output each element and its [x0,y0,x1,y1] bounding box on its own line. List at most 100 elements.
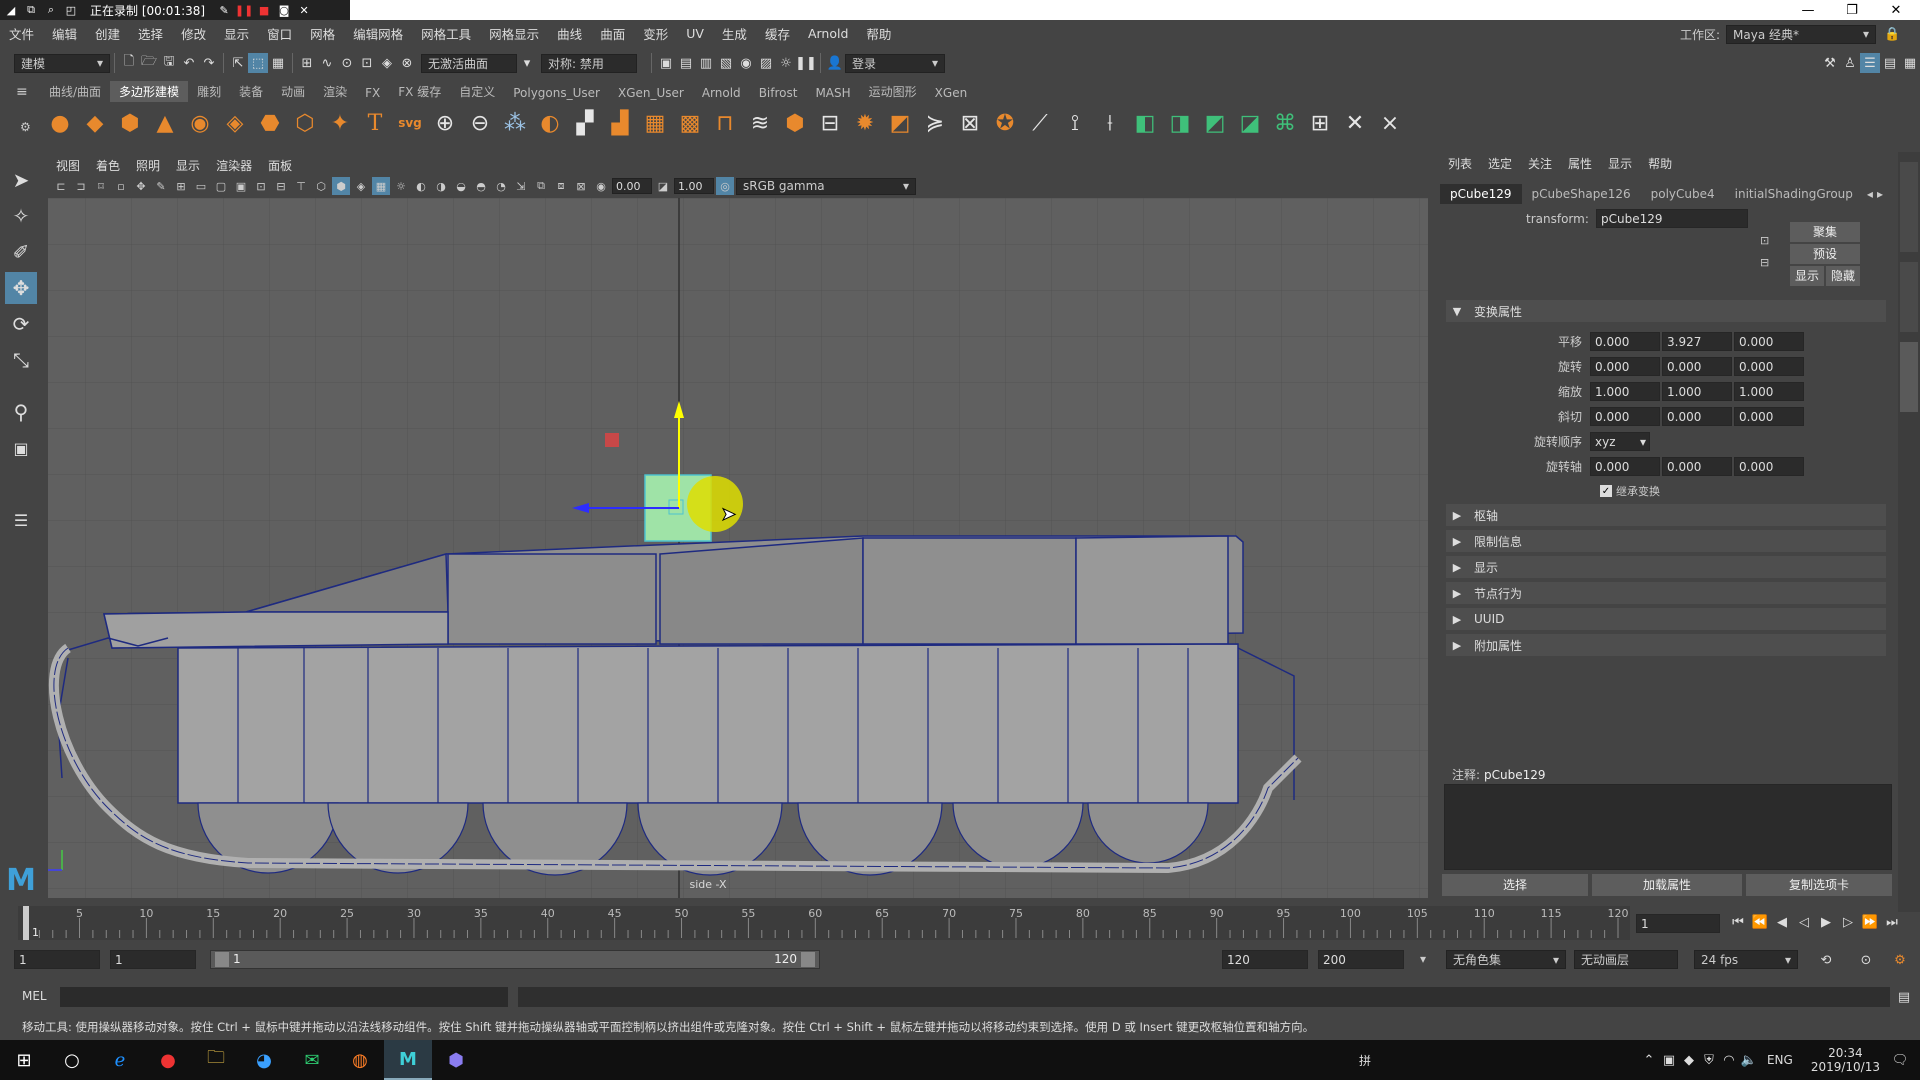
tab-rendering[interactable]: 渲染 [314,81,356,102]
circularize-icon[interactable]: ✪ [989,107,1021,139]
select-button[interactable]: 选择 [1442,874,1588,896]
rotate-z-field[interactable]: 0.000 [1734,357,1804,376]
redo-icon[interactable]: ↷ [199,53,219,73]
anim-start-field[interactable]: 1 [110,950,196,969]
render-view-icon[interactable]: ▣ [656,53,676,73]
grid-icon[interactable]: ⊞ [172,177,190,195]
last-tool-icon[interactable]: ⚲ [5,396,37,428]
xray-joints-icon[interactable]: ⧈ [552,177,570,195]
scale-y-field[interactable]: 1.000 [1662,382,1732,401]
new-scene-icon[interactable]: 🗋 [119,53,139,73]
camera-select-icon[interactable]: ⊏ [52,177,70,195]
camera-icon[interactable]: ◙ [277,3,291,17]
rotate-axis-x-field[interactable]: 0.000 [1590,457,1660,476]
select-object-icon[interactable]: ⬚ [248,53,268,73]
shadows-icon[interactable]: ◐ [412,177,430,195]
gate-mask-icon[interactable]: ▣ [232,177,250,195]
target-weld-icon[interactable]: ⬢ [779,107,811,139]
connect-icon[interactable]: ⊟ [814,107,846,139]
safe-action-icon[interactable]: ⊟ [272,177,290,195]
poly-cone-icon[interactable]: ▲ [149,107,181,139]
start-time-field[interactable]: 1 [14,950,100,969]
menu-edit[interactable]: 编辑 [43,24,86,43]
wifi-icon[interactable]: ◠ [1719,1050,1739,1070]
multi-cut-icon[interactable]: ≋ [744,107,776,139]
gamma-icon[interactable]: ◪ [654,177,672,195]
exposure-field[interactable]: 0.00 [612,178,652,194]
tab-rigging[interactable]: 装备 [230,81,272,102]
film-gate-icon[interactable]: ▭ [192,177,210,195]
focus-button[interactable]: 聚集 [1790,222,1860,242]
inherit-transform-checkbox[interactable]: ✓ [1600,485,1612,497]
ime-indicator[interactable]: 拼 [1359,1052,1399,1069]
wireframe-on-shaded-icon[interactable]: ◈ [352,177,370,195]
xray-components-icon[interactable]: ⊠ [572,177,590,195]
motion-blur-icon[interactable]: ◒ [452,177,470,195]
automatic-uv-icon[interactable]: ◪ [1234,107,1266,139]
step-forward-key-icon[interactable]: ⏩ [1860,912,1880,932]
menu-curves[interactable]: 曲线 [548,24,591,43]
loop-icon[interactable]: ⟲ [1816,950,1836,970]
super-shape-icon[interactable]: ✦ [324,107,356,139]
tab-arnold[interactable]: Arnold [693,84,750,102]
step-back-frame-icon[interactable]: ◀ [1772,912,1792,932]
character-set-dropdown[interactable]: 无角色集 ▾ [1446,950,1566,969]
hide-button[interactable]: 隐藏 [1826,266,1860,286]
poly-sphere-icon[interactable]: ● [44,107,76,139]
shelf-menu-icon[interactable]: ≡ [16,84,28,100]
ae-menu-focus[interactable]: 关注 [1520,155,1560,172]
cylindrical-uv-icon[interactable]: ◨ [1164,107,1196,139]
2d-pan-icon[interactable]: ✥ [132,177,150,195]
collapse-icon[interactable]: ≽ [919,107,951,139]
bridge-icon[interactable]: ▟ [604,107,636,139]
checker-icon[interactable]: ⊞ [1304,107,1336,139]
rotate-axis-y-field[interactable]: 0.000 [1662,457,1732,476]
edge-icon[interactable]: ℯ [96,1040,144,1080]
planar-uv-icon[interactable]: ◧ [1129,107,1161,139]
chevron-down-icon[interactable]: ▾ [517,53,537,73]
poly-cube-icon[interactable]: ◆ [79,107,111,139]
tab-bifrost[interactable]: Bifrost [750,84,807,102]
tab-motion-graphics[interactable]: 运动图形 [860,81,926,102]
tab-xgen-user[interactable]: XGen_User [609,84,693,102]
poke-icon[interactable]: ⟊ [1094,107,1126,139]
select-tool-icon[interactable]: ➤ [5,164,37,196]
modeling-toolkit-icon[interactable]: ⚒ [1820,53,1840,73]
poly-cylinder-icon[interactable]: ⬢ [114,107,146,139]
time-slider-ruler[interactable]: 5 10 15 20 25 30 35 40 45 50 55 60 65 70 75 80 85 90 95 100… [18,906,1630,940]
wedge-icon[interactable]: ⊠ [954,107,986,139]
attribute-editor-toggle-icon[interactable]: ☰ [1860,53,1880,73]
gamma-field[interactable]: 1.00 [674,178,714,194]
tab-curves-surfaces[interactable]: 曲线/曲面 [40,81,110,102]
notes-textarea[interactable] [1444,784,1892,870]
image-plane-icon[interactable]: ▫ [112,177,130,195]
tab-animation[interactable]: 动画 [272,81,314,102]
symmetry-dropdown[interactable]: 对称: 禁用 [541,53,637,73]
ae-swatch-icon[interactable]: ⊟ [1760,256,1769,269]
menu-arnold[interactable]: Arnold [799,26,857,41]
tab-initialshadinggroup[interactable]: initialShadingGroup [1725,184,1863,204]
open-scene-icon[interactable]: 🗁 [139,53,159,73]
window-icon[interactable]: ⧉ [24,3,38,17]
quad-draw-icon[interactable]: ✹ [849,107,881,139]
render-settings-icon[interactable]: ▧ [716,53,736,73]
ae-menu-list[interactable]: 列表 [1440,155,1480,172]
range-end-handle[interactable] [801,952,815,967]
file-explorer-icon[interactable]: 🗀 [192,1040,240,1080]
show-button[interactable]: 显示 [1790,266,1824,286]
tab-mash[interactable]: MASH [806,84,859,102]
snap-live-icon[interactable]: ⊗ [397,53,417,73]
ae-menu-attributes[interactable]: 属性 [1560,155,1600,172]
tab-fx[interactable]: FX [356,84,389,102]
insert-edge-loop-icon[interactable]: ⊓ [709,107,741,139]
scale-x-field[interactable]: 1.000 [1590,382,1660,401]
menu-uv[interactable]: UV [677,26,713,41]
smooth-shade-icon[interactable]: ⬢ [332,177,350,195]
ae-menu-show[interactable]: 显示 [1600,155,1640,172]
pause-render-icon[interactable]: ❚❚ [795,53,817,73]
render-setup-icon[interactable]: ▨ [756,53,776,73]
merge-icon[interactable]: ◩ [884,107,916,139]
vp-menu-lighting[interactable]: 照明 [128,157,168,174]
end-time-field[interactable]: 200 [1318,950,1404,969]
tab-scroll-left-icon[interactable]: ◂ [1867,187,1873,201]
